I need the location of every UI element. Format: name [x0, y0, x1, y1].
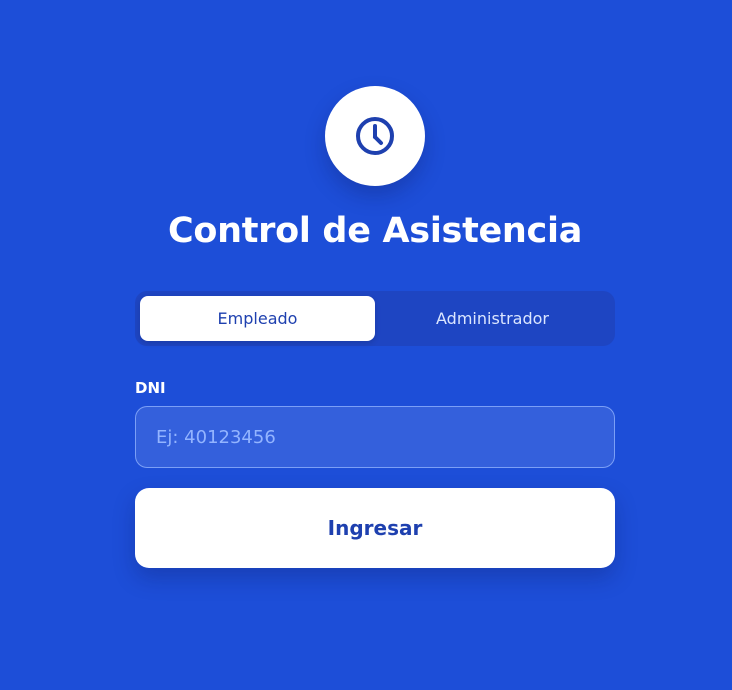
dni-label: DNI [135, 379, 166, 397]
tab-empleado[interactable]: Empleado [140, 296, 375, 341]
submit-button[interactable]: Ingresar [135, 488, 615, 568]
tab-administrador[interactable]: Administrador [375, 296, 610, 341]
dni-input[interactable] [135, 406, 615, 468]
clock-icon [356, 117, 394, 155]
logo-badge [325, 86, 425, 186]
role-tabs: Empleado Administrador [135, 291, 615, 346]
login-page: Control de Asistencia Empleado Administr… [0, 0, 732, 690]
page-title: Control de Asistencia [167, 211, 583, 251]
